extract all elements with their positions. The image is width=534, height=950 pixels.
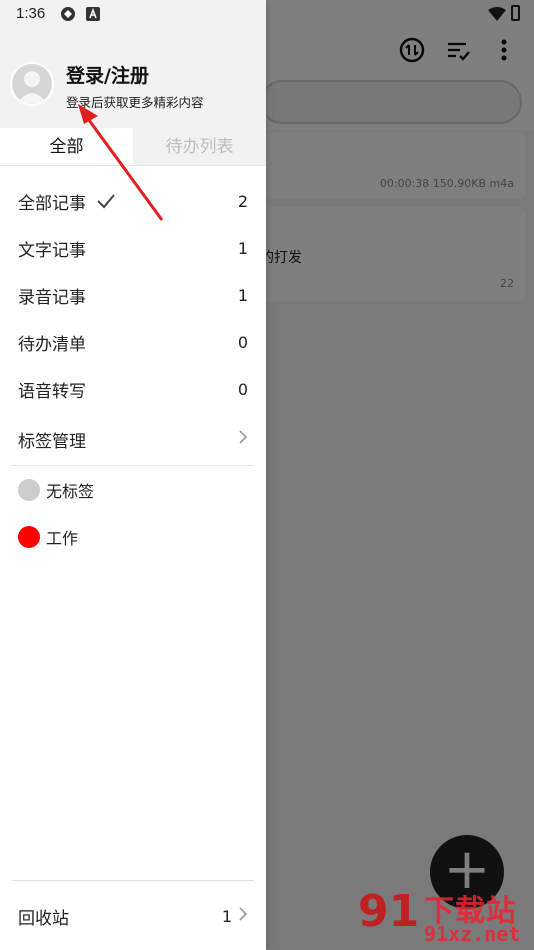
chevron-right-icon bbox=[238, 906, 248, 927]
status-time: 1:36 bbox=[16, 5, 46, 22]
tag-color-dot bbox=[18, 478, 40, 501]
app-notification-icon bbox=[60, 6, 76, 22]
watermark-number: 91 bbox=[358, 886, 420, 937]
status-bar: 1:36 bbox=[0, 0, 534, 28]
tag-item-work[interactable]: 工作 bbox=[0, 513, 266, 560]
menu-item-count: 1 bbox=[237, 286, 248, 305]
menu-item-label: 待办清单 bbox=[18, 335, 86, 355]
menu-item-text-notes[interactable]: 文字记事 1 bbox=[0, 225, 266, 272]
menu-item-tag-management[interactable]: 标签管理 bbox=[0, 413, 266, 465]
tag-label: 工作 bbox=[46, 528, 79, 548]
avatar[interactable] bbox=[10, 62, 54, 106]
tab-all[interactable]: 全部 bbox=[0, 128, 133, 165]
menu-item-audio-notes[interactable]: 录音记事 1 bbox=[0, 272, 266, 319]
login-subtitle: 登录后获取更多精彩内容 bbox=[66, 95, 204, 110]
drawer-tabs: 全部 待办列表 bbox=[0, 128, 266, 166]
keyboard-notification-icon bbox=[86, 6, 102, 22]
menu-item-count: 0 bbox=[237, 333, 248, 352]
menu-item-label: 语音转写 bbox=[18, 382, 86, 402]
menu-item-label: 全部记事 bbox=[18, 194, 86, 214]
wifi-icon bbox=[488, 6, 506, 25]
tag-item-untagged[interactable]: 无标签 bbox=[0, 466, 266, 513]
menu-item-todo[interactable]: 待办清单 0 bbox=[0, 319, 266, 366]
menu-item-label: 录音记事 bbox=[18, 288, 86, 308]
tag-color-dot bbox=[18, 525, 40, 548]
menu-item-count: 1 bbox=[221, 906, 232, 926]
tag-label: 无标签 bbox=[46, 481, 95, 501]
menu-item-recycle-bin[interactable]: 回收站 1 bbox=[0, 881, 266, 950]
menu-item-count: 0 bbox=[237, 380, 248, 399]
menu-item-count: 1 bbox=[237, 239, 248, 258]
menu-item-transcribe[interactable]: 语音转写 0 bbox=[0, 366, 266, 413]
watermark-logo: 91 下载站 91xz.net bbox=[358, 886, 530, 948]
tab-todo-list[interactable]: 待办列表 bbox=[133, 128, 266, 165]
login-register-title[interactable]: 登录/注册 bbox=[66, 61, 149, 88]
checkmark-icon bbox=[96, 190, 116, 214]
menu-item-label: 文字记事 bbox=[18, 241, 86, 261]
menu-item-label: 回收站 bbox=[18, 908, 69, 929]
chevron-right-icon bbox=[238, 429, 248, 450]
watermark-url: 91xz.net bbox=[424, 922, 521, 946]
menu-item-count: 2 bbox=[237, 192, 248, 211]
battery-icon bbox=[511, 5, 520, 21]
menu-item-label: 标签管理 bbox=[18, 431, 86, 452]
drawer-footer: 回收站 1 bbox=[0, 880, 266, 950]
menu-item-all-notes[interactable]: 全部记事 2 bbox=[0, 178, 266, 225]
drawer-menu: 全部记事 2 文字记事 1 录音记事 1 待办清单 0 语音转写 0 标签管理 bbox=[0, 178, 266, 560]
navigation-drawer: 登录/注册 登录后获取更多精彩内容 全部 待办列表 全部记事 2 文字记事 1 … bbox=[0, 0, 266, 950]
